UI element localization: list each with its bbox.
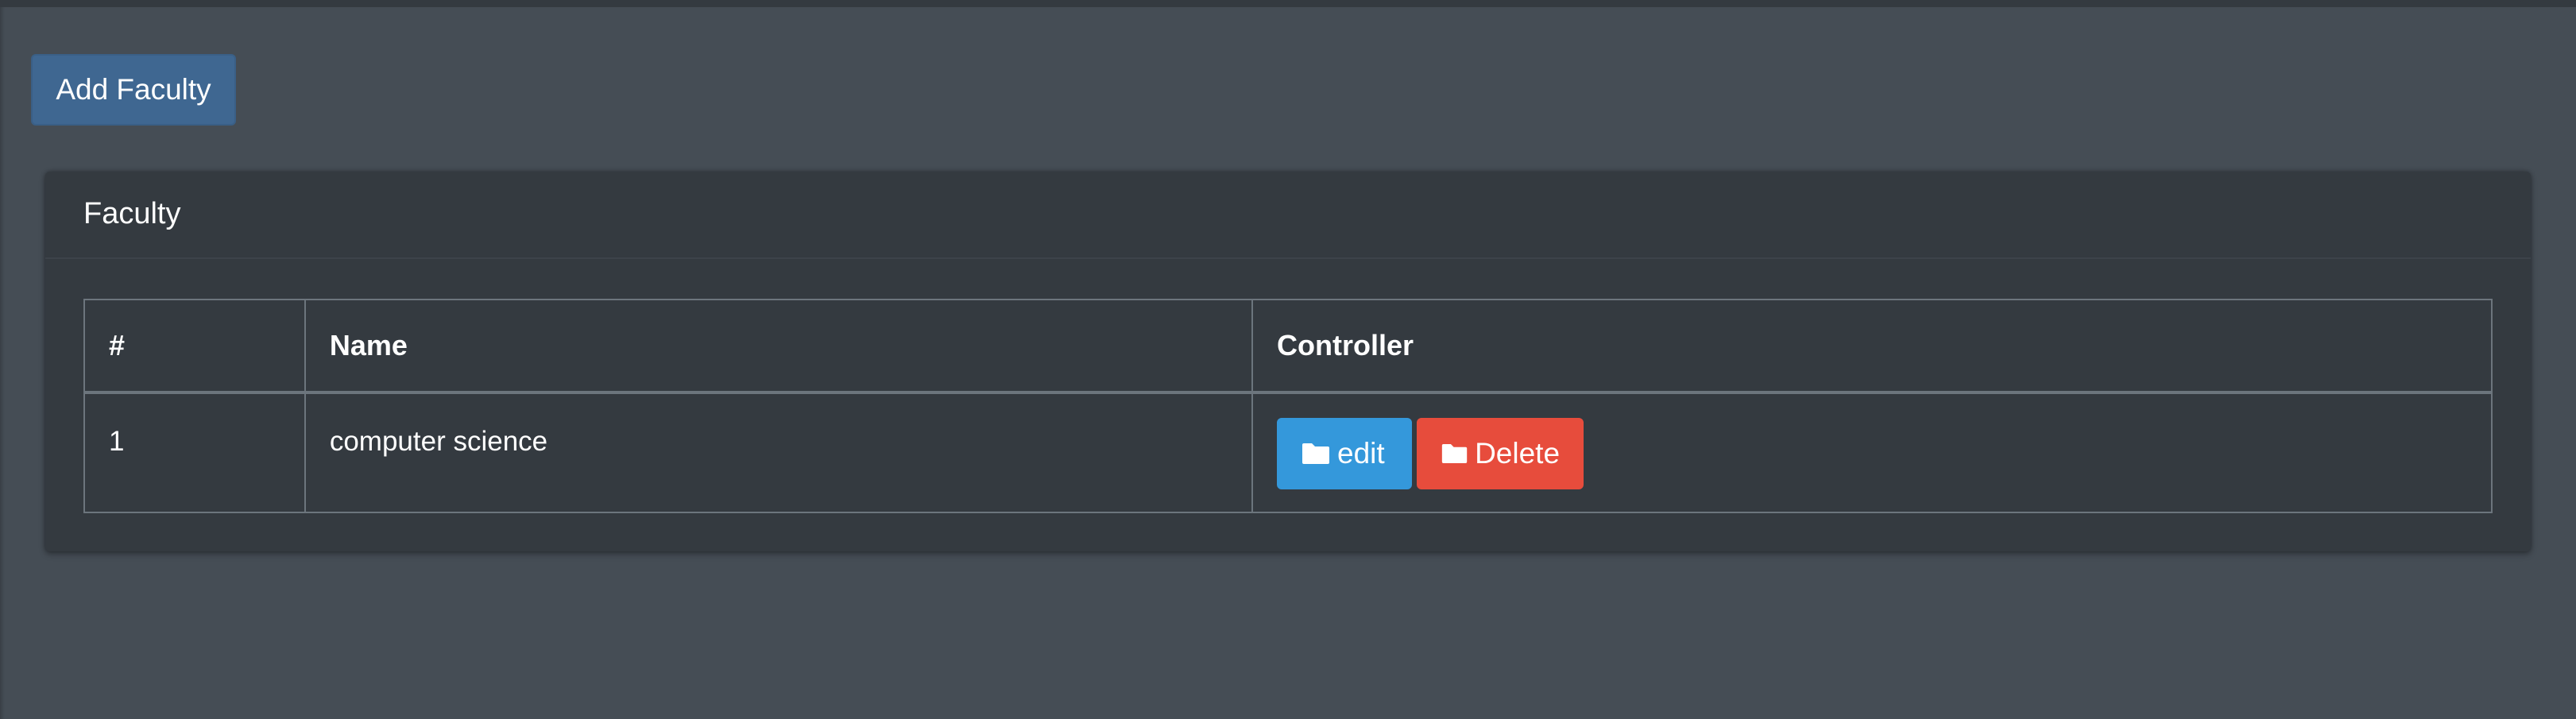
card-header: Faculty [45, 172, 2531, 259]
table-header-row: # Name Controller [83, 299, 2493, 394]
delete-label: Delete [1475, 437, 1561, 470]
edit-button[interactable]: edit [1277, 418, 1413, 489]
row-controller: edit Delete [1251, 392, 2493, 513]
top-navbar-edge [0, 0, 2576, 7]
add-faculty-button[interactable]: Add Faculty [31, 54, 236, 126]
header-controller: Controller [1251, 299, 2493, 394]
sidebar-shadow [0, 7, 5, 719]
table-row: 1 computer science edit Delete [83, 392, 2493, 513]
row-number: 1 [83, 392, 306, 513]
faculty-table: # Name Controller 1 computer science edi… [83, 299, 2493, 513]
row-name: computer science [304, 392, 1254, 513]
header-number: # [83, 299, 306, 394]
edit-label: edit [1337, 437, 1385, 470]
card-title: Faculty [83, 197, 181, 230]
folder-icon [1302, 443, 1330, 464]
delete-button[interactable]: Delete [1417, 418, 1584, 489]
header-name: Name [304, 299, 1254, 394]
faculty-card: Faculty # Name Controller 1 computer sci… [45, 172, 2531, 551]
folder-icon [1441, 444, 1468, 463]
